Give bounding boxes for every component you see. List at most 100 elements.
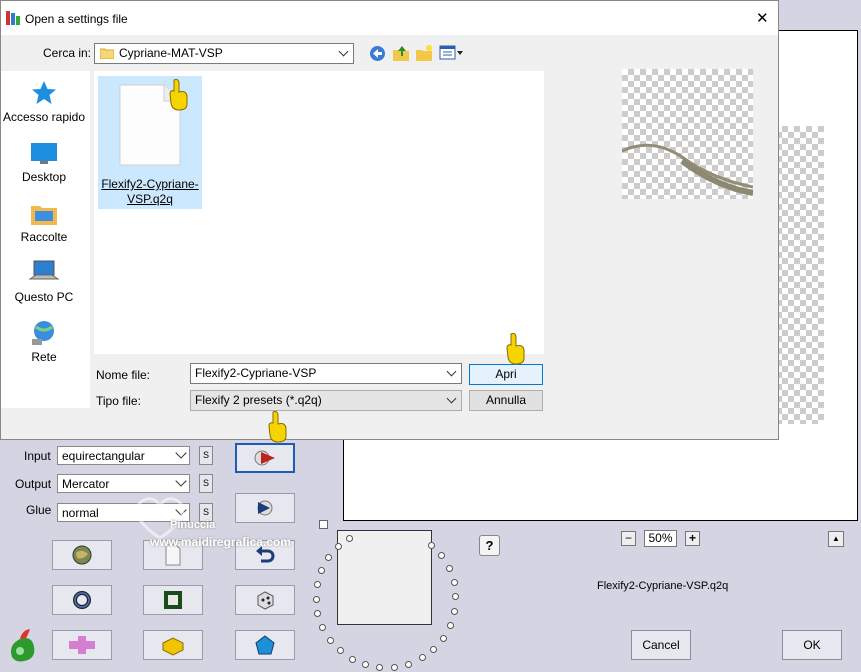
place-this-pc[interactable]: Questo PC bbox=[1, 259, 87, 304]
dial-dot bbox=[439, 634, 447, 642]
computer-icon bbox=[28, 260, 60, 280]
chevron-up-icon: ▲ bbox=[832, 534, 840, 543]
dialog-title: Open a settings file bbox=[25, 12, 128, 26]
file-item-selected[interactable]: Flexify2-Cypriane- VSP.q2q bbox=[98, 76, 202, 209]
look-in-select[interactable]: Cypriane-MAT-VSP bbox=[94, 43, 354, 64]
dial-dot bbox=[430, 645, 438, 653]
input-select-value: equirectangular bbox=[62, 449, 145, 463]
help-icon: ? bbox=[485, 538, 494, 553]
file-type-value: Flexify 2 presets (*.q2q) bbox=[195, 393, 322, 407]
place-network[interactable]: Rete bbox=[1, 319, 87, 364]
input-label: Input bbox=[24, 449, 51, 463]
back-arrow-icon bbox=[370, 46, 385, 61]
pointing-hand-icon bbox=[169, 79, 188, 111]
file-type-label: Tipo file: bbox=[96, 394, 141, 408]
chevron-down-icon bbox=[338, 46, 349, 57]
output-select[interactable]: Mercator bbox=[57, 474, 190, 493]
pentagon-button[interactable] bbox=[235, 630, 295, 660]
file-preview-thumbnail bbox=[621, 69, 754, 199]
input-s-button[interactable]: S bbox=[199, 446, 213, 465]
help-button[interactable]: ? bbox=[479, 535, 500, 556]
place-libraries[interactable]: Raccolte bbox=[1, 201, 87, 244]
dial-dot bbox=[312, 595, 320, 603]
ring-icon bbox=[73, 591, 91, 609]
watermark-name: Pinuccia bbox=[170, 519, 216, 531]
ring-button[interactable] bbox=[52, 585, 112, 615]
place-label: Questo PC bbox=[14, 290, 74, 304]
file-type-select[interactable]: Flexify 2 presets (*.q2q) bbox=[190, 390, 462, 411]
dial-dot bbox=[314, 610, 322, 618]
app-logo-icon bbox=[6, 627, 40, 665]
cancel-button[interactable]: Cancel bbox=[631, 630, 691, 660]
star-icon bbox=[32, 81, 56, 104]
thumbnail-preview[interactable] bbox=[337, 530, 432, 625]
preset-filename: Flexify2-Cypriane-VSP.q2q bbox=[597, 580, 729, 592]
dial-dot bbox=[313, 581, 321, 589]
dial-dot bbox=[428, 541, 436, 549]
place-label: Rete bbox=[31, 350, 57, 364]
zoom-in-button[interactable]: + bbox=[685, 531, 700, 546]
dial-dot bbox=[325, 554, 333, 562]
dice-icon bbox=[257, 591, 274, 610]
dialog-titlebar[interactable]: Open a settings file ✕ bbox=[1, 1, 778, 35]
dial-dot bbox=[362, 661, 370, 669]
file-name-input[interactable]: Flexify2-Cypriane-VSP bbox=[190, 363, 462, 384]
input-select[interactable]: equirectangular bbox=[57, 446, 190, 465]
dial-dot bbox=[445, 564, 453, 572]
play-arrow-button[interactable] bbox=[235, 443, 295, 473]
brick-button[interactable] bbox=[143, 630, 203, 660]
look-in-label: Cerca in: bbox=[43, 46, 92, 60]
chevron-down-icon bbox=[175, 475, 187, 487]
dial-dot bbox=[391, 663, 399, 671]
desktop-icon bbox=[31, 143, 57, 164]
cross-icon bbox=[69, 636, 95, 654]
glue-label: Glue bbox=[26, 503, 52, 517]
new-folder-button[interactable] bbox=[415, 44, 433, 62]
folder-library-icon bbox=[31, 206, 57, 225]
frame-button[interactable] bbox=[143, 585, 203, 615]
output-label: Output bbox=[15, 477, 52, 491]
dial-dot bbox=[405, 660, 413, 668]
folder-icon bbox=[100, 48, 114, 59]
file-name-line1: Flexify2-Cypriane- bbox=[101, 177, 199, 191]
preview-curve bbox=[621, 143, 754, 196]
dial-dot bbox=[319, 624, 327, 632]
output-s-button[interactable]: S bbox=[199, 474, 213, 493]
file-name-label: Nome file: bbox=[96, 368, 151, 382]
place-label: Accesso rapido bbox=[2, 110, 86, 124]
frame-icon bbox=[164, 591, 182, 609]
cross-button[interactable] bbox=[52, 630, 112, 660]
close-icon[interactable]: ✕ bbox=[756, 9, 769, 27]
dial-dot bbox=[348, 655, 356, 663]
pointing-hand-icon bbox=[506, 333, 525, 365]
chevron-down-icon bbox=[175, 447, 187, 459]
dial-dot bbox=[418, 654, 426, 662]
zoom-level-field[interactable]: 50% bbox=[644, 530, 677, 547]
expand-button[interactable]: ▲ bbox=[828, 531, 844, 547]
step-forward-button[interactable] bbox=[235, 493, 295, 523]
pointing-hand-icon bbox=[268, 411, 287, 443]
cancel-dialog-button[interactable]: Annulla bbox=[469, 390, 543, 411]
random-texture-button[interactable] bbox=[52, 540, 112, 570]
network-icon bbox=[32, 321, 54, 345]
play-arrow-icon bbox=[254, 450, 275, 466]
place-desktop[interactable]: Desktop bbox=[1, 141, 87, 184]
open-button[interactable]: Apri bbox=[469, 364, 543, 385]
place-quick-access[interactable]: Accesso rapido bbox=[1, 79, 87, 124]
dial-dot bbox=[346, 534, 354, 542]
chevron-down-icon bbox=[446, 393, 457, 404]
file-name-line2: VSP.q2q bbox=[127, 192, 173, 206]
dice-button[interactable] bbox=[235, 585, 295, 615]
file-list[interactable]: Flexify2-Cypriane- VSP.q2q bbox=[94, 71, 544, 354]
zoom-out-button[interactable]: − bbox=[621, 531, 636, 546]
up-folder-button[interactable] bbox=[392, 44, 410, 62]
ring-toggle-handle[interactable] bbox=[319, 520, 328, 529]
back-button[interactable] bbox=[369, 45, 386, 62]
dial-dot bbox=[446, 621, 454, 629]
dial-dot bbox=[318, 567, 326, 575]
globe-icon bbox=[72, 545, 92, 565]
ok-button[interactable]: OK bbox=[782, 630, 842, 660]
glue-select-value: normal bbox=[62, 506, 99, 520]
view-menu-button[interactable] bbox=[439, 44, 465, 62]
step-forward-icon bbox=[257, 500, 273, 516]
